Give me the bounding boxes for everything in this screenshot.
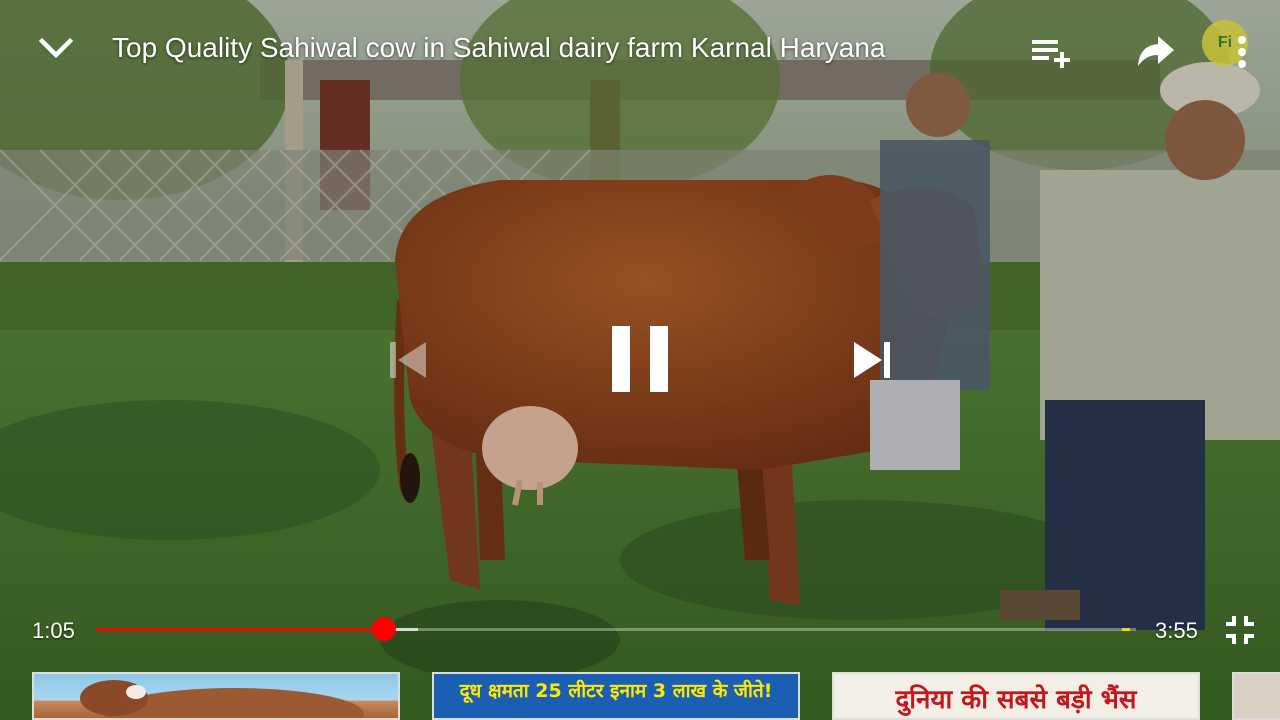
- share-button[interactable]: [1134, 32, 1178, 72]
- total-time: 3:55: [1155, 618, 1198, 643]
- related-video-caption: दुनिया की सबसे बड़ी भैंस: [895, 685, 1137, 715]
- player-top-bar: Top Quality Sahiwal cow in Sahiwal dairy…: [0, 0, 1280, 96]
- pause-button[interactable]: [606, 322, 674, 398]
- related-video-thumbnail[interactable]: दुनिया की सबसे बड़ी भैंस: [832, 672, 1200, 720]
- add-to-playlist-button[interactable]: [1028, 32, 1076, 72]
- fullscreen-exit-icon: [1226, 616, 1254, 644]
- share-icon: [1138, 36, 1174, 66]
- related-video-caption: दूध क्षमता 25 लीटर इनाम 3 लाख के जीते!: [459, 680, 773, 702]
- exit-fullscreen-button[interactable]: [1222, 612, 1258, 648]
- chevron-down-icon: [38, 37, 74, 59]
- related-videos-strip: दूध क्षमता 25 लीटर इनाम 3 लाख के जीते! द…: [0, 672, 1280, 720]
- seek-played: [96, 628, 384, 631]
- more-options-button[interactable]: [1228, 32, 1256, 72]
- playlist-add-icon: [1032, 40, 1070, 68]
- previous-button[interactable]: [384, 336, 432, 384]
- current-time: 1:05: [32, 618, 75, 643]
- video-title: Top Quality Sahiwal cow in Sahiwal dairy…: [112, 32, 886, 63]
- related-video-thumbnail[interactable]: [1232, 672, 1280, 720]
- more-vert-icon: [1238, 36, 1246, 68]
- ad-marker: [1121, 628, 1130, 631]
- pause-icon: [612, 326, 668, 392]
- seek-bar[interactable]: [96, 617, 1136, 641]
- skip-previous-icon: [390, 342, 426, 378]
- collapse-button[interactable]: [34, 28, 78, 68]
- related-video-thumbnail[interactable]: [32, 672, 400, 720]
- next-button[interactable]: [848, 336, 896, 384]
- seek-thumb[interactable]: [371, 617, 396, 641]
- skip-next-icon: [854, 342, 890, 378]
- related-video-thumbnail[interactable]: दूध क्षमता 25 लीटर इनाम 3 लाख के जीते!: [432, 672, 800, 720]
- thumbnail-image: [80, 680, 364, 718]
